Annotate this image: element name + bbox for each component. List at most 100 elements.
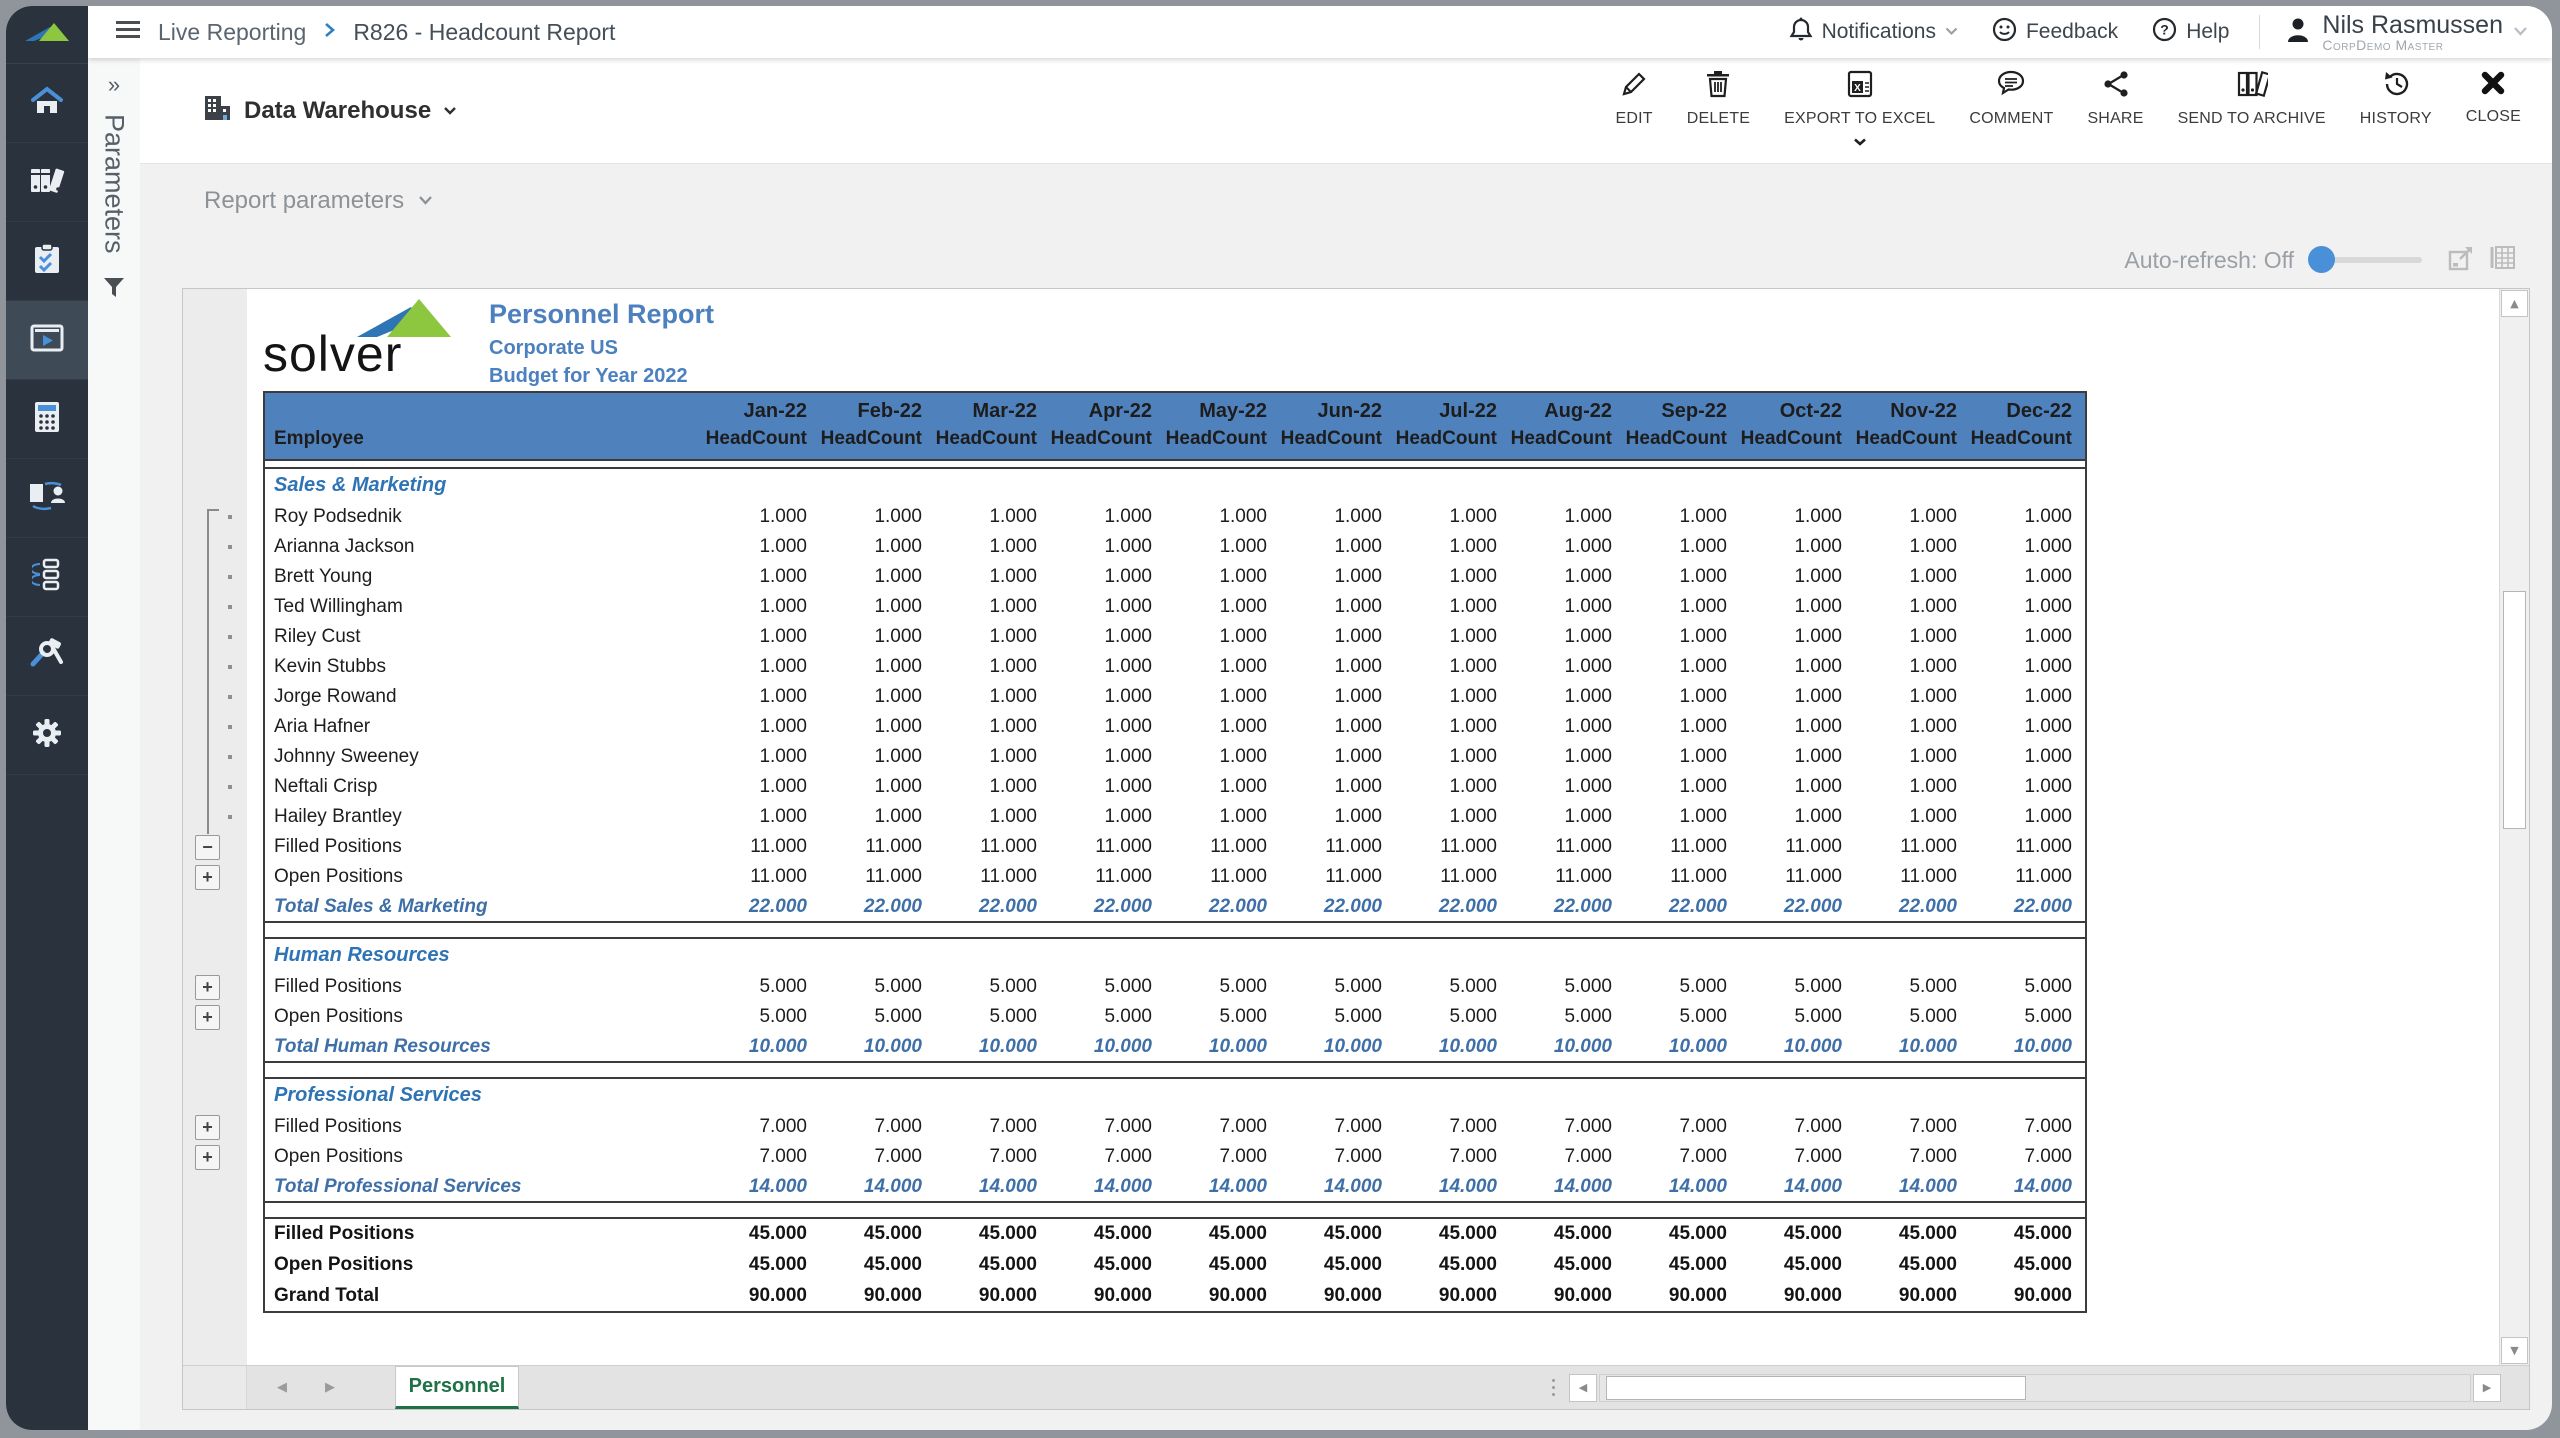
value-cell: 11.000 (1740, 832, 1855, 862)
value-cell: 1.000 (1740, 652, 1855, 682)
value-cell: 1.000 (1970, 652, 2085, 682)
horizontal-scroll-thumb[interactable] (1606, 1376, 2026, 1400)
scroll-left-button[interactable]: ◀ (1569, 1374, 1597, 1402)
value-cell: 10.000 (1855, 1032, 1970, 1062)
outline-expand-button[interactable]: + (195, 865, 220, 890)
scroll-up-button[interactable]: ▲ (2501, 290, 2528, 317)
breadcrumb-section[interactable]: Live Reporting (158, 19, 306, 46)
value-cell: 7.000 (1280, 1112, 1395, 1142)
month-column-header: Sep-22HeadCount (1625, 393, 1740, 460)
sidebar-item-collaboration[interactable] (6, 459, 88, 538)
sidebar-item-reporting[interactable] (6, 301, 88, 380)
value-cell: 1.000 (1395, 652, 1510, 682)
scroll-down-button[interactable]: ▼ (2501, 1337, 2528, 1364)
tab-scroll-left-button[interactable]: ◀ (277, 1380, 287, 1395)
send-to-archive-button[interactable]: SEND TO ARCHIVE (2161, 70, 2343, 128)
scroll-right-button[interactable]: ▶ (2473, 1374, 2501, 1402)
value-cell: 1.000 (1625, 622, 1740, 652)
value-cell: 1.000 (1510, 772, 1625, 802)
vertical-scrollbar[interactable]: ▲ ▼ (2499, 289, 2529, 1365)
value-cell: 10.000 (1740, 1032, 1855, 1062)
value-cell: 14.000 (1165, 1172, 1280, 1202)
value-cell: 1.000 (1625, 532, 1740, 562)
value-cell: 1.000 (1280, 622, 1395, 652)
outline-dot (228, 755, 232, 759)
auto-refresh-slider-knob[interactable] (2308, 246, 2335, 273)
header-divider (2259, 15, 2260, 49)
value-cell: 11.000 (1970, 862, 2085, 892)
rail-expand-button[interactable]: » (108, 72, 120, 98)
headcount-table: Employee Jan-22HeadCountFeb-22HeadCountM… (265, 393, 2085, 1311)
value-cell: 5.000 (1740, 1002, 1855, 1032)
user-menu[interactable]: Nils Rasmussen CorpDemo Master (2278, 12, 2534, 53)
outline-collapse-button[interactable]: − (195, 835, 220, 860)
delete-button[interactable]: DELETE (1670, 70, 1767, 128)
value-cell: 1.000 (705, 742, 820, 772)
close-button[interactable]: CLOSE (2449, 70, 2538, 126)
value-cell: 7.000 (820, 1142, 935, 1172)
auto-refresh-slider[interactable] (2310, 257, 2422, 263)
help-button[interactable]: ? Help (2140, 17, 2241, 47)
table-view-icon[interactable] (2489, 244, 2516, 276)
export-to-excel-button[interactable]: X EXPORT TO EXCEL (1767, 70, 1952, 151)
sidebar-item-home[interactable] (6, 64, 88, 143)
outline-dot (228, 635, 232, 639)
outline-dot (228, 815, 232, 819)
report-parameters-toggle[interactable]: Report parameters (140, 170, 433, 232)
popout-icon[interactable] (2448, 244, 2475, 276)
sidebar-item-settings[interactable] (6, 696, 88, 775)
value-cell: 7.000 (1050, 1112, 1165, 1142)
export-to-excel-label: EXPORT TO EXCEL (1784, 110, 1935, 128)
value-cell: 1.000 (1740, 742, 1855, 772)
edit-button[interactable]: EDIT (1598, 70, 1669, 128)
value-cell: 7.000 (1510, 1142, 1625, 1172)
send-to-archive-label: SEND TO ARCHIVE (2178, 110, 2326, 128)
value-cell: 11.000 (1510, 862, 1625, 892)
value-cell: 5.000 (1740, 972, 1855, 1002)
sidebar-item-tools[interactable] (6, 617, 88, 696)
sidebar-item-process[interactable] (6, 538, 88, 617)
value-cell: 1.000 (1740, 562, 1855, 592)
comment-button[interactable]: COMMENT (1952, 70, 2070, 128)
value-cell: 22.000 (705, 892, 820, 922)
datasource-dropdown[interactable]: Data Warehouse (202, 94, 457, 127)
value-cell: 1.000 (1510, 742, 1625, 772)
feedback-button[interactable]: Feedback (1980, 17, 2130, 47)
value-cell: 11.000 (1740, 862, 1855, 892)
svg-text:?: ? (2160, 22, 2169, 38)
splitter-handle[interactable] (1552, 1366, 1555, 1409)
history-button[interactable]: HISTORY (2343, 70, 2449, 128)
sidebar-item-budgeting[interactable] (6, 380, 88, 459)
history-label: HISTORY (2360, 110, 2432, 128)
value-cell: 7.000 (1165, 1112, 1280, 1142)
value-cell: 90.000 (1625, 1280, 1740, 1311)
outline-expand-button[interactable]: + (195, 1115, 220, 1140)
value-cell: 7.000 (1280, 1142, 1395, 1172)
value-cell: 1.000 (1395, 532, 1510, 562)
sidebar-item-library[interactable] (6, 143, 88, 222)
value-cell: 45.000 (1740, 1218, 1855, 1249)
outline-expand-button[interactable]: + (195, 975, 220, 1000)
horizontal-scroll-track[interactable] (1599, 1374, 2471, 1402)
outline-expand-button[interactable]: + (195, 1145, 220, 1170)
value-cell: 45.000 (1625, 1218, 1740, 1249)
notifications-button[interactable]: Notifications (1777, 17, 1970, 48)
hamburger-menu-icon[interactable] (116, 21, 140, 44)
vertical-scroll-thumb[interactable] (2503, 591, 2526, 829)
share-button[interactable]: SHARE (2070, 70, 2160, 128)
row-label: Arianna Jackson (265, 532, 705, 562)
tab-scroll-right-button[interactable]: ▶ (325, 1380, 335, 1395)
value-cell: 5.000 (705, 972, 820, 1002)
value-cell: 14.000 (1050, 1172, 1165, 1202)
value-cell: 1.000 (705, 772, 820, 802)
value-cell: 11.000 (1970, 832, 2085, 862)
filter-icon[interactable] (102, 276, 126, 305)
horizontal-scrollbar[interactable]: ◀ ▶ (1569, 1366, 2501, 1409)
value-cell: 11.000 (1280, 832, 1395, 862)
value-cell: 22.000 (1855, 892, 1970, 922)
value-cell: 1.000 (820, 802, 935, 832)
outline-expand-button[interactable]: + (195, 1005, 220, 1030)
sheet-tab-personnel[interactable]: Personnel (395, 1366, 519, 1409)
value-cell: 1.000 (1165, 682, 1280, 712)
sidebar-item-tasks[interactable] (6, 222, 88, 301)
